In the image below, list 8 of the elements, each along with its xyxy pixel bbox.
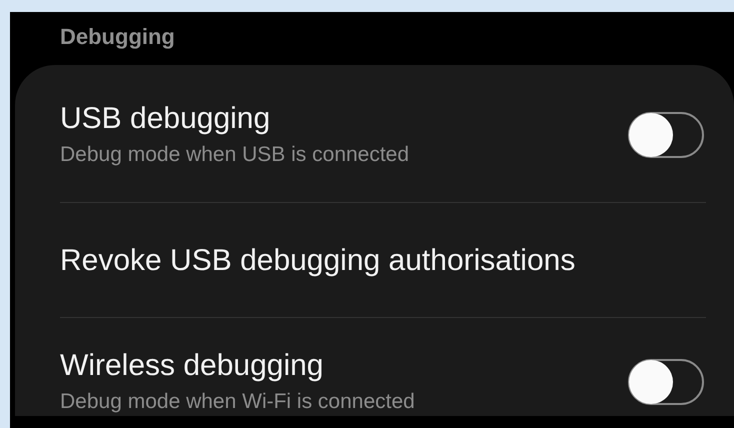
setting-title: Wireless debugging	[60, 348, 324, 384]
setting-title: USB debugging	[60, 101, 272, 137]
toggle-switch[interactable]	[628, 359, 704, 405]
setting-description: Debug mode when Wi-Fi is connected	[60, 389, 415, 415]
setting-description: Debug mode when USB is connected	[60, 142, 410, 168]
section-title: Debugging	[59, 23, 176, 51]
setting-action[interactable]: Revoke USB debugging authorisations	[60, 243, 576, 279]
toggle-switch[interactable]	[628, 112, 704, 158]
